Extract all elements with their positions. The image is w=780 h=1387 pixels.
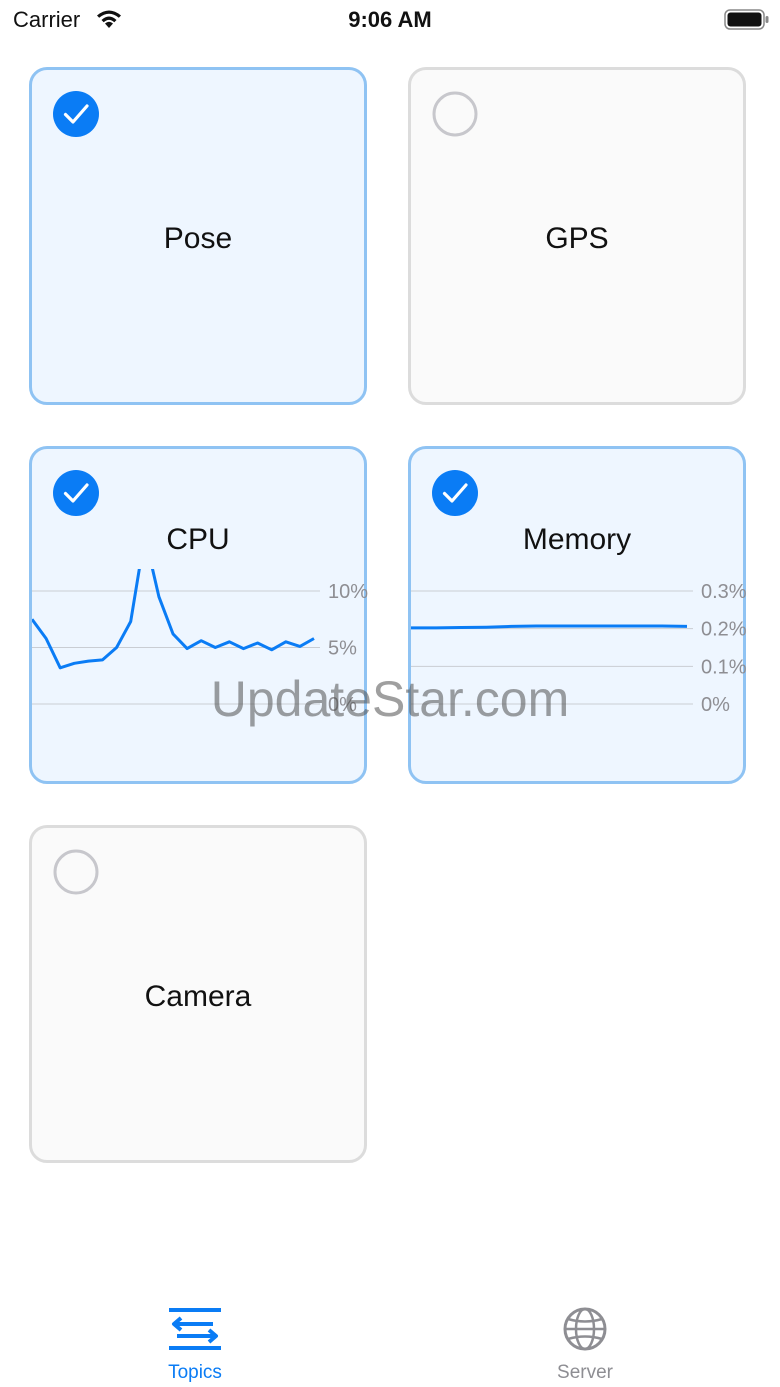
checkmark-circle-icon	[432, 470, 478, 516]
chart-tick-label: 0%	[328, 694, 357, 716]
topic-label: Pose	[163, 222, 233, 255]
topic-tile-pose[interactable]: Pose	[29, 67, 367, 405]
chart-tick-label: 0.3%	[701, 581, 747, 603]
checkmark-circle-icon	[53, 91, 99, 137]
cpu-usage-chart: 10% 5% 0%	[32, 569, 368, 716]
topic-tile-memory[interactable]: Memory 0.3% 0.2% 0.1% 0%	[408, 446, 747, 784]
topic-label: Camera	[144, 980, 252, 1013]
tab-label: Server	[557, 1362, 613, 1383]
empty-circle-icon	[53, 849, 99, 895]
chart-tick-label: 5%	[328, 638, 357, 660]
status-bar: Carrier 9:06 AM	[0, 0, 780, 40]
topic-label: GPS	[545, 222, 609, 255]
clock: 9:06 AM	[348, 7, 432, 32]
tab-bar: Topics Server	[0, 1290, 780, 1387]
chart-tick-label: 0.2%	[701, 619, 747, 641]
battery-icon	[724, 9, 769, 30]
chart-tick-label: 0%	[701, 694, 730, 716]
topic-label: CPU	[166, 523, 230, 556]
memory-usage-chart: 0.3% 0.2% 0.1% 0%	[411, 581, 747, 716]
empty-circle-icon	[432, 91, 478, 137]
globe-icon	[563, 1307, 607, 1351]
tab-server[interactable]: Server	[515, 1290, 655, 1387]
chart-tick-label: 10%	[328, 581, 368, 603]
arrows-exchange-icon	[169, 1308, 221, 1350]
topic-label: Memory	[522, 523, 632, 556]
topic-tile-gps[interactable]: GPS	[408, 67, 746, 405]
topic-tile-cpu[interactable]: CPU 10% 5% 0%	[29, 446, 368, 784]
chart-series-line	[32, 569, 315, 670]
topic-tile-camera[interactable]: Camera	[29, 825, 367, 1163]
tab-label: Topics	[168, 1362, 222, 1383]
chart-tick-label: 0.1%	[701, 656, 747, 678]
checkmark-circle-icon	[53, 470, 99, 516]
tab-topics[interactable]: Topics	[125, 1290, 265, 1387]
chart-series-line	[411, 624, 688, 630]
